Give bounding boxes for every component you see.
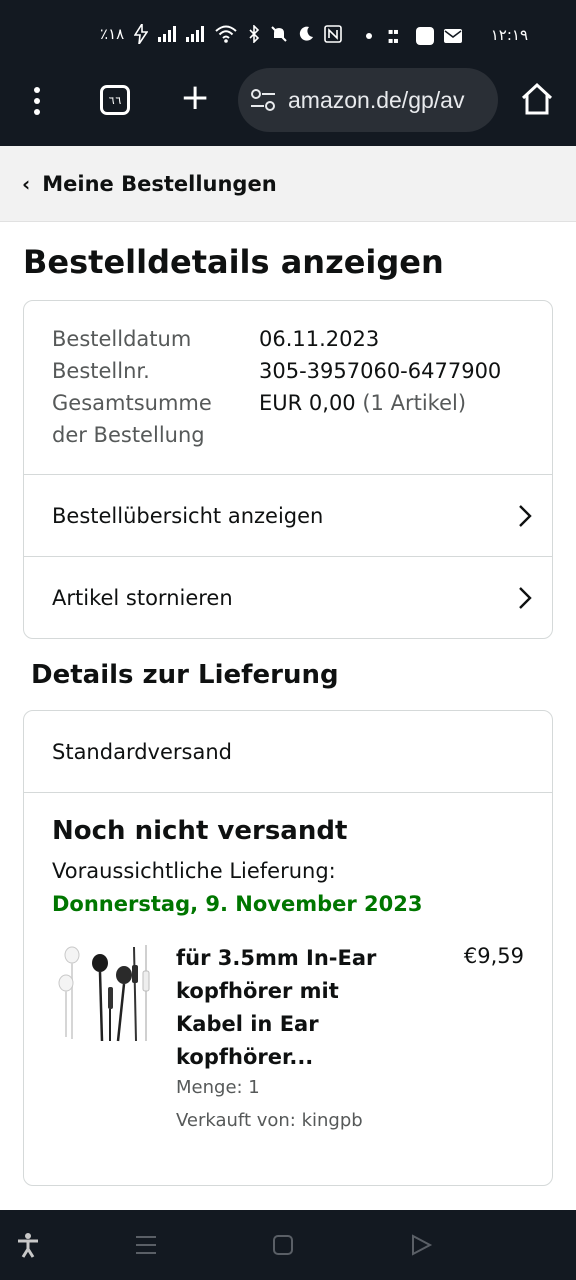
- delivery-section-title: Details zur Lieferung: [31, 660, 339, 690]
- site-settings-icon[interactable]: [250, 89, 276, 111]
- back-nav-icon[interactable]: [408, 1232, 434, 1258]
- signal-icon: [158, 26, 177, 42]
- shipping-method: Standardversand: [24, 711, 552, 793]
- estimated-delivery-label: Voraussichtliche Lieferung:: [52, 859, 336, 883]
- status-bar: ٪١٨ ▪▪ ▪▪ ١٢:١٩: [0, 0, 576, 72]
- tab-count: ٦٦: [108, 93, 122, 107]
- shipment-status: Noch nicht versandt: [52, 816, 348, 846]
- tab-switcher-button[interactable]: ٦٦: [100, 85, 130, 115]
- product-price: €9,59: [463, 944, 524, 968]
- wifi-icon: [215, 25, 237, 43]
- mute-icon: [271, 26, 287, 42]
- temu-icon: ▪▪ ▪▪: [388, 27, 399, 45]
- back-link[interactable]: Meine Bestellungen: [42, 172, 276, 196]
- notification-dot: [366, 33, 372, 39]
- delivery-card: Standardversand Noch nicht versandt Vora…: [23, 710, 553, 1186]
- product-quantity: Menge: 1: [176, 1077, 260, 1098]
- product-seller: Verkauft von: kingpb: [176, 1110, 363, 1131]
- system-navigation-bar: [0, 1210, 576, 1280]
- signal-icon-2: [186, 26, 205, 42]
- order-total-label-line2: der Bestellung: [52, 423, 205, 447]
- chevron-right-icon: [519, 504, 532, 527]
- battery-percent: ٪١٨: [100, 25, 125, 43]
- estimated-delivery-date: Donnerstag, 9. November 2023: [52, 892, 423, 916]
- new-tab-button[interactable]: +: [180, 80, 210, 116]
- moon-icon: [300, 26, 314, 41]
- order-date-value: 06.11.2023: [259, 327, 380, 351]
- order-item-count: (1 Artikel): [362, 391, 467, 415]
- chevron-left-icon: ‹: [22, 171, 31, 196]
- product-image[interactable]: [52, 941, 156, 1045]
- bluetooth-icon: [249, 25, 260, 43]
- order-total-label-line1: Gesamtsumme: [52, 391, 212, 415]
- order-total-row: Gesamtsumme der Bestellung EUR 0,00 (1 Ar…: [52, 387, 524, 451]
- cancel-items-link[interactable]: Artikel stornieren: [24, 556, 552, 638]
- recent-apps-icon[interactable]: [133, 1232, 159, 1258]
- more-options-icon[interactable]: [34, 87, 42, 115]
- order-total-label: Gesamtsumme der Bestellung: [52, 387, 259, 451]
- clock: ١٢:١٩: [490, 26, 528, 44]
- order-number-label: Bestellnr.: [52, 359, 150, 383]
- mail-icon: [444, 29, 462, 43]
- order-total-amount: EUR 0,00: [259, 391, 356, 415]
- accessibility-icon[interactable]: [15, 1232, 41, 1258]
- order-info: Bestelldatum 06.11.2023 Bestellnr. 305-3…: [24, 301, 552, 474]
- chevron-right-icon: [519, 586, 532, 609]
- app-notification-icon: [416, 27, 434, 45]
- home-nav-icon[interactable]: [270, 1232, 296, 1258]
- order-total-value: EUR 0,00 (1 Artikel): [259, 387, 466, 451]
- view-order-summary-link[interactable]: Bestellübersicht anzeigen: [24, 474, 552, 556]
- order-date-row: Bestelldatum 06.11.2023: [52, 323, 524, 355]
- order-number-value: 305-3957060-6477900: [259, 359, 502, 383]
- cancel-items-label: Artikel stornieren: [52, 585, 233, 610]
- page-title: Bestelldetails anzeigen: [23, 243, 444, 281]
- view-order-summary-label: Bestellübersicht anzeigen: [52, 503, 324, 528]
- url-text: amazon.de/gp/av: [288, 86, 465, 113]
- order-number-row: Bestellnr. 305-3957060-6477900: [52, 355, 524, 387]
- order-date-label: Bestelldatum: [52, 327, 192, 351]
- address-bar[interactable]: amazon.de/gp/av: [238, 68, 498, 132]
- home-icon[interactable]: [520, 82, 554, 116]
- order-summary-card: Bestelldatum 06.11.2023 Bestellnr. 305-3…: [23, 300, 553, 639]
- charging-icon: [134, 24, 149, 44]
- back-navigation[interactable]: ‹ Meine Bestellungen: [0, 146, 576, 222]
- browser-toolbar: ٦٦ + amazon.de/gp/av: [0, 68, 576, 146]
- status-icons: ٪١٨: [100, 24, 342, 44]
- product-title-link[interactable]: für 3.5mm In-Ear kopfhörer mit Kabel in …: [176, 942, 396, 1074]
- nfc-icon: [324, 25, 342, 43]
